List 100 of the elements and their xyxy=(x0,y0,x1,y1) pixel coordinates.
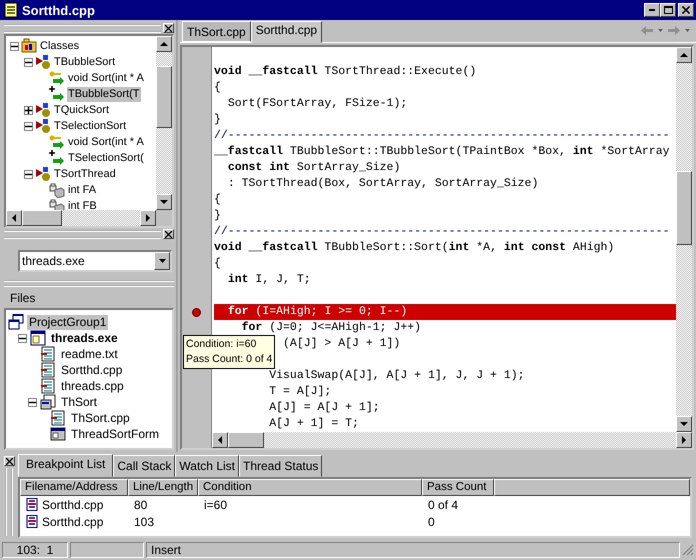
maximize-icon xyxy=(664,6,672,14)
code-line: { xyxy=(214,193,221,206)
code-line: const int SortArray_Size) xyxy=(228,161,400,174)
column-header[interactable]: Filename/Address xyxy=(20,479,128,496)
scrollbar-thumb[interactable] xyxy=(676,171,692,245)
scrollbar-thumb[interactable] xyxy=(22,210,62,226)
breakpoint-icon[interactable] xyxy=(192,308,201,316)
code-line: { xyxy=(214,81,221,94)
plus-arrow-icon xyxy=(49,150,65,166)
caret-icon xyxy=(658,29,663,32)
expand-toggle[interactable] xyxy=(24,58,33,66)
tree-item[interactable]: TSelectionSort( xyxy=(67,150,145,166)
tree-item[interactable]: readme.txt xyxy=(59,346,120,362)
table-cell: 80 xyxy=(134,498,148,512)
panel-grip[interactable] xyxy=(5,468,13,536)
class-icon xyxy=(35,118,51,134)
document-icon xyxy=(4,2,18,18)
close-icon xyxy=(165,230,172,238)
horizontal-scrollbar[interactable] xyxy=(6,210,156,226)
tree-item[interactable]: TBubbleSort(T xyxy=(67,86,141,102)
scroll-up-button[interactable] xyxy=(156,36,172,52)
code-line: } xyxy=(214,113,221,126)
tree-item[interactable]: TBubbleSort xyxy=(53,54,116,70)
table-cell: i=60 xyxy=(204,498,228,512)
scroll-down-button[interactable] xyxy=(676,416,692,432)
minimize-icon xyxy=(649,9,655,11)
table-cell: Sortthd.cpp xyxy=(42,498,104,512)
code-line: void __fastcall TSortThread::Execute() xyxy=(214,65,476,78)
tree-item[interactable]: ThSort xyxy=(59,394,100,410)
minimize-button[interactable] xyxy=(644,3,660,17)
panel-title: Files xyxy=(9,290,36,307)
scroll-left-button[interactable] xyxy=(6,210,22,226)
expand-toggle[interactable] xyxy=(10,42,19,50)
expand-toggle[interactable] xyxy=(28,398,37,406)
column-header[interactable]: Condition xyxy=(198,479,422,496)
column-header[interactable]: Line/Length xyxy=(128,479,198,496)
vertical-scrollbar[interactable] xyxy=(676,47,692,432)
tree-item[interactable]: TSortThread xyxy=(53,166,117,182)
tree-item[interactable]: TQuickSort xyxy=(53,102,110,118)
key-arrow-icon xyxy=(49,134,65,150)
tree-item[interactable]: void Sort(int * A xyxy=(67,134,145,150)
panel-grip[interactable] xyxy=(4,230,161,238)
panel-grip[interactable] xyxy=(4,24,161,32)
close-icon xyxy=(682,6,690,14)
maximize-button[interactable] xyxy=(660,3,676,17)
plus-arrow-icon xyxy=(49,86,65,102)
code-line: T = A[J]; xyxy=(269,385,332,398)
editor-tab[interactable]: Sortthd.cpp xyxy=(250,21,322,43)
class-icon xyxy=(35,102,51,118)
close-button[interactable] xyxy=(163,229,174,239)
editor-tab[interactable]: ThSort.cpp xyxy=(182,21,251,42)
document-icon xyxy=(50,410,66,426)
tree-item[interactable]: int FB xyxy=(67,198,98,210)
scroll-right-button[interactable] xyxy=(676,432,692,448)
tree-item[interactable]: Classes xyxy=(39,38,80,54)
expand-toggle[interactable] xyxy=(24,106,33,114)
dropdown-arrow-icon xyxy=(158,259,166,263)
tree-item[interactable]: ThSort.cpp xyxy=(69,410,132,426)
expand-toggle[interactable] xyxy=(18,334,27,342)
class-icon xyxy=(35,166,51,182)
tree-item[interactable]: TSelectionSort xyxy=(53,118,128,134)
forward-arrow-icon xyxy=(668,26,680,35)
code-line: //---------------------------------------------------------------- xyxy=(214,225,670,238)
scrollbar-thumb[interactable] xyxy=(228,432,264,448)
expand-toggle[interactable] xyxy=(24,170,33,178)
tree-item[interactable]: Sortthd.cpp xyxy=(59,362,124,378)
tree-item[interactable]: ProjectGroup1 xyxy=(27,314,108,330)
tree-item[interactable]: ThreadSortForm xyxy=(69,426,162,442)
scrollbar-thumb[interactable] xyxy=(156,66,172,128)
class-icon xyxy=(35,54,51,70)
tree-item[interactable]: threads.cpp xyxy=(59,378,126,394)
code-line: (A[J] > A[J + 1]) xyxy=(283,337,400,350)
tooltip-text: Pass Count: 0 of 4 xyxy=(186,352,272,367)
tree-item[interactable]: threads.exe xyxy=(49,330,120,346)
table-cell: Sortthd.cpp xyxy=(42,514,104,528)
close-button[interactable] xyxy=(163,23,174,33)
column-header[interactable]: Pass Count xyxy=(422,479,494,496)
code-line: A[J + 1] = T; xyxy=(269,417,359,430)
vertical-scrollbar[interactable] xyxy=(156,36,172,210)
tree-item[interactable]: void Sort(int * A xyxy=(67,70,145,86)
expand-toggle[interactable] xyxy=(24,122,33,130)
code-line: : TSortThread(Box, SortArray, SortArray_Size) xyxy=(228,177,538,190)
table-cell: 0 xyxy=(428,514,435,528)
tree-item[interactable]: int FA xyxy=(67,182,98,198)
unit-icon xyxy=(40,394,56,410)
scroll-right-button[interactable] xyxy=(140,210,156,226)
scroll-down-button[interactable] xyxy=(156,194,172,210)
scroll-left-button[interactable] xyxy=(212,432,228,448)
scrollbar-corner xyxy=(156,210,172,226)
code-line: int I, J, T; xyxy=(228,273,311,286)
code-line: //---------------------------------------------------------------- xyxy=(214,129,670,142)
close-button[interactable] xyxy=(678,3,694,17)
document-icon xyxy=(40,378,56,394)
target-dropdown[interactable]: threads.exe xyxy=(18,250,172,272)
horizontal-scrollbar[interactable] xyxy=(212,432,692,448)
plus-icon xyxy=(25,106,32,114)
table-cell: 0 of 4 xyxy=(428,498,458,512)
scroll-up-button[interactable] xyxy=(676,47,692,63)
classes-folder-icon xyxy=(21,38,37,54)
close-button[interactable] xyxy=(4,456,14,466)
